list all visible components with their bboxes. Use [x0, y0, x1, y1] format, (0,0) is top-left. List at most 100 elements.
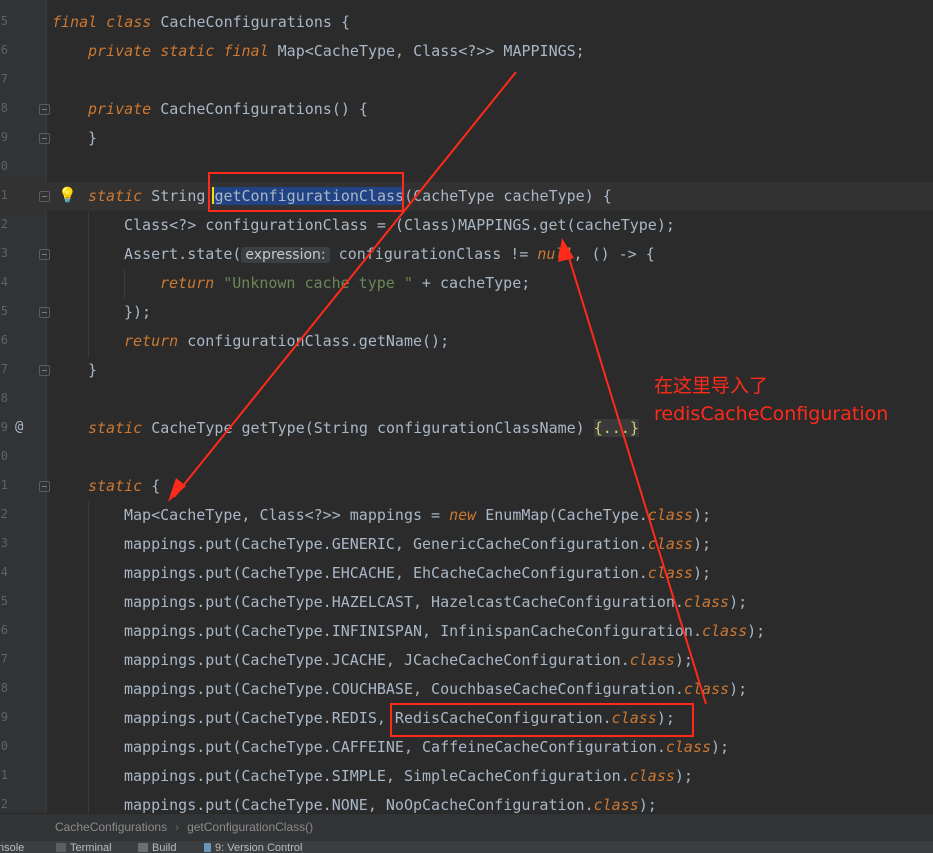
return-type: String [142, 187, 215, 205]
close-paren: ); [747, 622, 766, 640]
fold-toggle-icon[interactable] [39, 249, 50, 260]
mapping-put-call: mappings.put(CacheType.JCACHE, JCacheCac… [124, 651, 630, 669]
code-line[interactable]: 0 mappings.put(CacheType.CAFFEINE, Caffei… [0, 733, 933, 762]
code-line[interactable]: 0 [0, 153, 933, 182]
method-params: (CacheType cacheType) { [404, 187, 612, 205]
folded-code-block[interactable]: {...} [593, 419, 639, 437]
line-number: 4 [0, 565, 8, 579]
console-tab-label: nsole [0, 842, 25, 853]
line-number: 3 [0, 536, 8, 550]
line-number: 5 [0, 304, 8, 318]
code-line[interactable]: 1 mappings.put(CacheType.SIMPLE, SimpleCa… [0, 762, 933, 791]
code-line[interactable]: 4 return "Unknown cache type " + cacheTy… [0, 269, 933, 298]
keyword: class [611, 709, 657, 727]
parameter-hint: expression: [241, 247, 330, 263]
code-line[interactable]: 1 static { [0, 472, 933, 501]
string-literal: "Unknown cache type " [223, 274, 413, 292]
line-number: 1 [0, 478, 8, 492]
line-number: 0 [0, 449, 8, 463]
enum-map-constructor: EnumMap(CacheType. [476, 506, 648, 524]
terminal-tab[interactable]: Terminal [56, 842, 112, 853]
close-paren: ); [638, 796, 657, 813]
keyword: null [537, 245, 574, 263]
mapping-put-call: mappings.put(CacheType.REDIS, RedisCache… [124, 709, 612, 727]
fold-toggle-icon[interactable] [39, 307, 50, 318]
get-type-method: CacheType getType(String configurationCl… [142, 419, 594, 437]
code-line[interactable]: 9 } [0, 124, 933, 153]
code-line[interactable]: 4 mappings.put(CacheType.EHCACHE, EhCache… [0, 559, 933, 588]
keyword: final class [52, 13, 152, 31]
code-line[interactable]: 9 mappings.put(CacheType.REDIS, RedisCach… [0, 704, 933, 733]
close-paren: ); [674, 767, 693, 785]
breadcrumb-method[interactable]: getConfigurationClass() [187, 820, 313, 834]
code-line[interactable]: 3 Assert.state(expression: configuration… [0, 240, 933, 269]
fold-toggle-icon[interactable] [39, 365, 50, 376]
mapping-put-call: mappings.put(CacheType.GENERIC, GenericC… [124, 535, 648, 553]
code-line[interactable]: 8 private CacheConfigurations() { [0, 95, 933, 124]
code-line[interactable]: 5 }); [0, 298, 933, 327]
code-line[interactable]: 5 final class CacheConfigurations { [0, 8, 933, 37]
mapping-put-call: mappings.put(CacheType.INFINISPAN, Infin… [124, 622, 702, 640]
console-tab[interactable]: nsole [0, 842, 24, 853]
close-paren: ); [711, 738, 730, 756]
code-line[interactable]: 0 [0, 443, 933, 472]
code-line[interactable]: 8 mappings.put(CacheType.COUCHBASE, Couch… [0, 675, 933, 704]
mapping-put-call: mappings.put(CacheType.SIMPLE, SimpleCac… [124, 767, 630, 785]
line-number: 0 [0, 159, 8, 173]
tool-window-bar: nsole Terminal Build 9: Version Control [0, 840, 933, 853]
line-number: 8 [0, 101, 8, 115]
line-number: 1 [0, 768, 8, 782]
code-line[interactable]: 7 mappings.put(CacheType.JCACHE, JCacheCa… [0, 646, 933, 675]
close-paren: ); [674, 651, 693, 669]
line-number: 6 [0, 623, 8, 637]
line-number: 9 [0, 420, 8, 434]
fold-toggle-icon[interactable] [39, 133, 50, 144]
keyword: class [593, 796, 639, 813]
breadcrumb: CacheConfigurations › getConfigurationClas… [0, 813, 933, 840]
keyword: return [160, 274, 215, 292]
keyword: private [88, 100, 152, 118]
line-number: 7 [0, 652, 8, 666]
fold-toggle-icon[interactable] [39, 104, 50, 115]
vcs-branch-icon [204, 843, 211, 852]
annotation-line-2: redisCacheConfiguration [654, 403, 889, 425]
code-line[interactable]: 5 mappings.put(CacheType.HAZELCAST, Hazel… [0, 588, 933, 617]
mapping-put-call: mappings.put(CacheType.COUCHBASE, Couchb… [124, 680, 684, 698]
keyword: class [701, 622, 748, 640]
code-line[interactable]: 6 private static final Map<CacheType, Cl… [0, 37, 933, 66]
code-line[interactable]: 2 Map<CacheType, Class<?>> mappings = ne… [0, 501, 933, 530]
keyword: class [647, 506, 693, 524]
constructor-declaration: CacheConfigurations() { [151, 100, 368, 118]
map-declaration: Map<CacheType, Class<?>> mappings = [124, 506, 450, 524]
code-line[interactable]: 2 mappings.put(CacheType.NONE, NoOpCacheC… [0, 791, 933, 813]
code-line[interactable]: 3 mappings.put(CacheType.GENERIC, Generic… [0, 530, 933, 559]
fold-toggle-icon[interactable] [39, 481, 50, 492]
code-line-current[interactable]: 1 💡 static String getConfigurationClass(… [0, 182, 933, 211]
line-number: 2 [0, 217, 8, 231]
version-control-tab[interactable]: 9: Version Control [204, 842, 302, 853]
keyword: static [88, 187, 143, 205]
terminal-tab-label: Terminal [70, 842, 112, 853]
close-paren: ); [692, 535, 712, 553]
code-line[interactable]: 2 Class<?> configurationClass = (Class)M… [0, 211, 933, 240]
code-line[interactable]: 6 return configurationClass.getName(); [0, 327, 933, 356]
fold-toggle-icon[interactable] [39, 191, 50, 202]
mapping-put-call: mappings.put(CacheType.HAZELCAST, Hazelc… [124, 593, 684, 611]
lightbulb-icon[interactable]: 💡 [58, 186, 77, 204]
keyword: class [647, 564, 693, 582]
code-line[interactable]: 7 [0, 66, 933, 95]
keyword: class [629, 651, 675, 669]
override-marker-icon[interactable]: @ [15, 419, 23, 435]
selected-method-name[interactable]: getConfigurationClass [214, 187, 405, 205]
keyword: static [88, 477, 143, 495]
build-tab[interactable]: Build [138, 842, 176, 853]
version-control-tab-label: 9: Version Control [215, 842, 303, 853]
mapping-put-call: mappings.put(CacheType.CAFFEINE, Caffein… [124, 738, 666, 756]
breadcrumb-class[interactable]: CacheConfigurations [55, 820, 167, 834]
code-line[interactable]: 6 mappings.put(CacheType.INFINISPAN, Infi… [0, 617, 933, 646]
lambda-start: , () -> { [573, 245, 655, 263]
closing-brace: } [88, 129, 98, 147]
mappings-field: Map<CacheType, Class<?>> MAPPINGS; [268, 42, 585, 60]
terminal-icon [56, 843, 66, 852]
line-number: 3 [0, 246, 8, 260]
